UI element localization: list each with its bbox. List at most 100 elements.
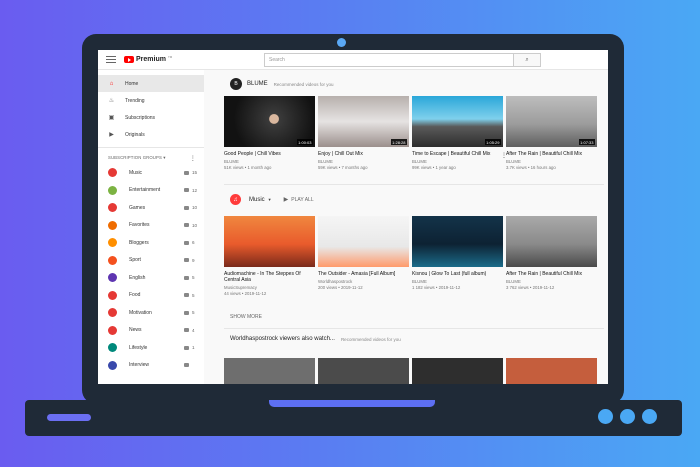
laptop-lid: Premium TM Search ⌕ ⌂ Home ♨ Trending ▣ … bbox=[82, 34, 624, 404]
more-vert-icon[interactable]: ⋮ bbox=[190, 155, 196, 162]
group-label: Bloggers bbox=[129, 239, 149, 246]
channel-avatar[interactable]: B bbox=[230, 78, 242, 90]
caret-down-icon[interactable]: ▼ bbox=[268, 197, 272, 202]
youtube-premium-logo[interactable]: Premium TM bbox=[124, 55, 172, 63]
video-thumbnail[interactable]: 1:00:03 bbox=[224, 96, 315, 147]
show-more-button[interactable]: SHOW MORE bbox=[230, 314, 262, 320]
shelf-title[interactable]: BLUME bbox=[247, 81, 268, 87]
section-divider bbox=[224, 328, 604, 329]
video-thumbnail[interactable] bbox=[224, 358, 315, 384]
sidebar-item-group[interactable]: News 4 bbox=[98, 322, 204, 340]
music-dropdown[interactable]: Music bbox=[249, 197, 265, 203]
sidebar-item-subscriptions[interactable]: ▣ Subscriptions bbox=[98, 109, 204, 126]
video-thumbnail[interactable] bbox=[318, 358, 409, 384]
group-label: Food bbox=[129, 292, 141, 299]
laptop-base bbox=[25, 400, 682, 436]
sidebar-item-home[interactable]: ⌂ Home bbox=[98, 75, 204, 92]
video-channel[interactable]: BLUME bbox=[224, 159, 315, 164]
blume-shelf-header: B BLUME Recommended videos for you bbox=[230, 78, 333, 90]
video-count-icon bbox=[184, 293, 189, 298]
sidebar-item-group[interactable]: Entertainment 12 bbox=[98, 182, 204, 200]
video-thumbnail[interactable] bbox=[412, 358, 503, 384]
video-thumbnail[interactable] bbox=[412, 216, 503, 267]
video-meta: 44 views • 2019-11-12 bbox=[224, 291, 267, 296]
video-count-icon bbox=[184, 205, 189, 210]
sidebar-item-group[interactable]: Lifestyle 1 bbox=[98, 339, 204, 357]
shelf-title[interactable]: Worldhaspostrock viewers also watch... bbox=[230, 336, 335, 342]
video-channel[interactable]: BLUME bbox=[318, 159, 409, 164]
video-card[interactable]: 1:28:28 Enjoy | Chill Out Mix BLUME 59K … bbox=[318, 96, 409, 170]
subscription-groups-header[interactable]: SUBSCRIPTION GROUPS ▾ ⋮ bbox=[98, 152, 204, 164]
sidebar-item-originals[interactable]: ▶ Originals bbox=[98, 126, 204, 143]
laptop-screen: Premium TM Search ⌕ ⌂ Home ♨ Trending ▣ … bbox=[98, 50, 608, 384]
group-icon bbox=[108, 255, 117, 265]
search-icon: ⌕ bbox=[525, 56, 529, 63]
group-count: 5 bbox=[192, 310, 195, 316]
video-channel[interactable]: BLUME bbox=[412, 159, 503, 164]
video-channel[interactable]: Worldhaspostrock bbox=[318, 279, 409, 284]
video-thumbnail[interactable] bbox=[224, 216, 315, 267]
hamburger-menu-icon[interactable] bbox=[106, 56, 116, 63]
video-title[interactable]: Good People | Chill Vibes bbox=[224, 151, 315, 157]
group-icon bbox=[108, 203, 117, 213]
video-thumbnail[interactable] bbox=[318, 216, 409, 267]
video-duration: 1:07:33 bbox=[578, 139, 595, 145]
sidebar-item-group[interactable]: Motivation 5 bbox=[98, 304, 204, 322]
play-icon[interactable]: ▶ bbox=[284, 196, 289, 203]
video-card[interactable]: 1:07:33 After The Rain | Beautiful Chill… bbox=[506, 96, 597, 170]
sidebar-item-group[interactable]: Interview bbox=[98, 357, 204, 375]
video-channel[interactable]: MusicSupremacy bbox=[224, 285, 315, 290]
video-count-icon bbox=[184, 328, 189, 333]
video-thumbnail[interactable]: 1:05:29 bbox=[412, 96, 503, 147]
video-thumbnail[interactable] bbox=[506, 358, 597, 384]
group-icon bbox=[108, 325, 117, 335]
sidebar-item-trending[interactable]: ♨ Trending bbox=[98, 92, 204, 109]
group-label: Entertainment bbox=[129, 187, 161, 194]
video-title[interactable]: Enjoy | Chill Out Mix bbox=[318, 151, 409, 157]
video-title[interactable]: After The Rain | Beautiful Chill Mix bbox=[506, 271, 597, 277]
video-meta: 3.7K views • 16 hours ago bbox=[506, 165, 556, 170]
group-icon bbox=[108, 290, 117, 300]
originals-icon: ▶ bbox=[109, 132, 114, 138]
video-meta: 51K views • 1 month ago bbox=[224, 165, 272, 170]
sidebar-item-group[interactable]: Bloggers 6 bbox=[98, 234, 204, 252]
video-card[interactable]: 1:05:29 Time to Escape | Beautiful Chill… bbox=[412, 96, 507, 170]
video-thumbnail[interactable]: 1:28:28 bbox=[318, 96, 409, 147]
video-title[interactable]: Time to Escape | Beautiful Chill Mix bbox=[412, 151, 503, 157]
video-card[interactable]: Kisnou | Glow To Last (full album) BLUME… bbox=[412, 216, 503, 290]
sidebar-item-group[interactable]: English 5 bbox=[98, 269, 204, 287]
video-duration: 1:00:03 bbox=[296, 139, 313, 145]
video-card[interactable]: The Outsider - Amasia [Full Album] World… bbox=[318, 216, 409, 290]
play-all-button[interactable]: PLAY ALL bbox=[291, 197, 313, 203]
video-thumbnail[interactable] bbox=[506, 216, 597, 267]
video-meta: 3 762 views • 2019-11-12 bbox=[506, 285, 555, 290]
video-count-icon bbox=[184, 345, 189, 350]
youtube-play-icon bbox=[124, 56, 134, 63]
video-channel[interactable]: BLUME bbox=[506, 279, 597, 284]
video-title[interactable]: The Outsider - Amasia [Full Album] bbox=[318, 271, 409, 277]
video-title[interactable]: After The Rain | Beautiful Chill Mix bbox=[506, 151, 597, 157]
video-duration: 1:05:29 bbox=[484, 139, 501, 145]
group-count: 10 bbox=[192, 222, 198, 228]
search-button[interactable]: ⌕ bbox=[513, 53, 541, 67]
video-card[interactable]: After The Rain | Beautiful Chill Mix BLU… bbox=[506, 216, 597, 290]
sidebar-item-group[interactable]: Games 10 bbox=[98, 199, 204, 217]
laptop-base-bar bbox=[47, 414, 91, 421]
laptop-dot bbox=[620, 409, 635, 424]
group-count: 1 bbox=[192, 345, 195, 351]
sidebar-item-group[interactable]: Favorites 10 bbox=[98, 217, 204, 235]
video-card[interactable]: 1:00:03 Good People | Chill Vibes BLUME … bbox=[224, 96, 315, 170]
sidebar-item-group[interactable]: Music 15 bbox=[98, 164, 204, 182]
video-channel[interactable]: BLUME bbox=[506, 159, 597, 164]
sidebar-item-group[interactable]: Food 5 bbox=[98, 287, 204, 305]
also-watch-header: Worldhaspostrock viewers also watch... R… bbox=[230, 336, 401, 342]
home-icon: ⌂ bbox=[109, 80, 114, 87]
search-input[interactable]: Search bbox=[264, 53, 514, 67]
video-count-icon bbox=[184, 275, 189, 280]
video-channel[interactable]: BLUME bbox=[412, 279, 503, 284]
video-title[interactable]: Kisnou | Glow To Last (full album) bbox=[412, 271, 503, 277]
video-thumbnail[interactable]: 1:07:33 bbox=[506, 96, 597, 147]
sidebar-item-group[interactable]: Sport 9 bbox=[98, 252, 204, 270]
video-card[interactable]: Audiomachine - In The Steppes Of Central… bbox=[224, 216, 315, 296]
video-title[interactable]: Audiomachine - In The Steppes Of Central… bbox=[224, 271, 315, 283]
